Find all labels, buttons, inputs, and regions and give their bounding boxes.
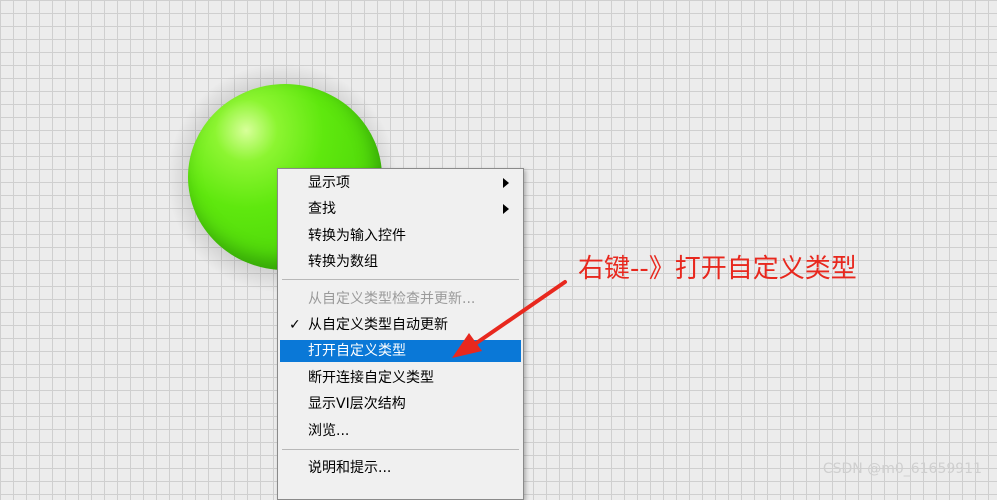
watermark: CSDN @m0_61659911	[822, 461, 982, 477]
annotation-arrow-icon	[452, 280, 567, 358]
annotation-text: 右键--》打开自定义类型	[578, 254, 857, 284]
